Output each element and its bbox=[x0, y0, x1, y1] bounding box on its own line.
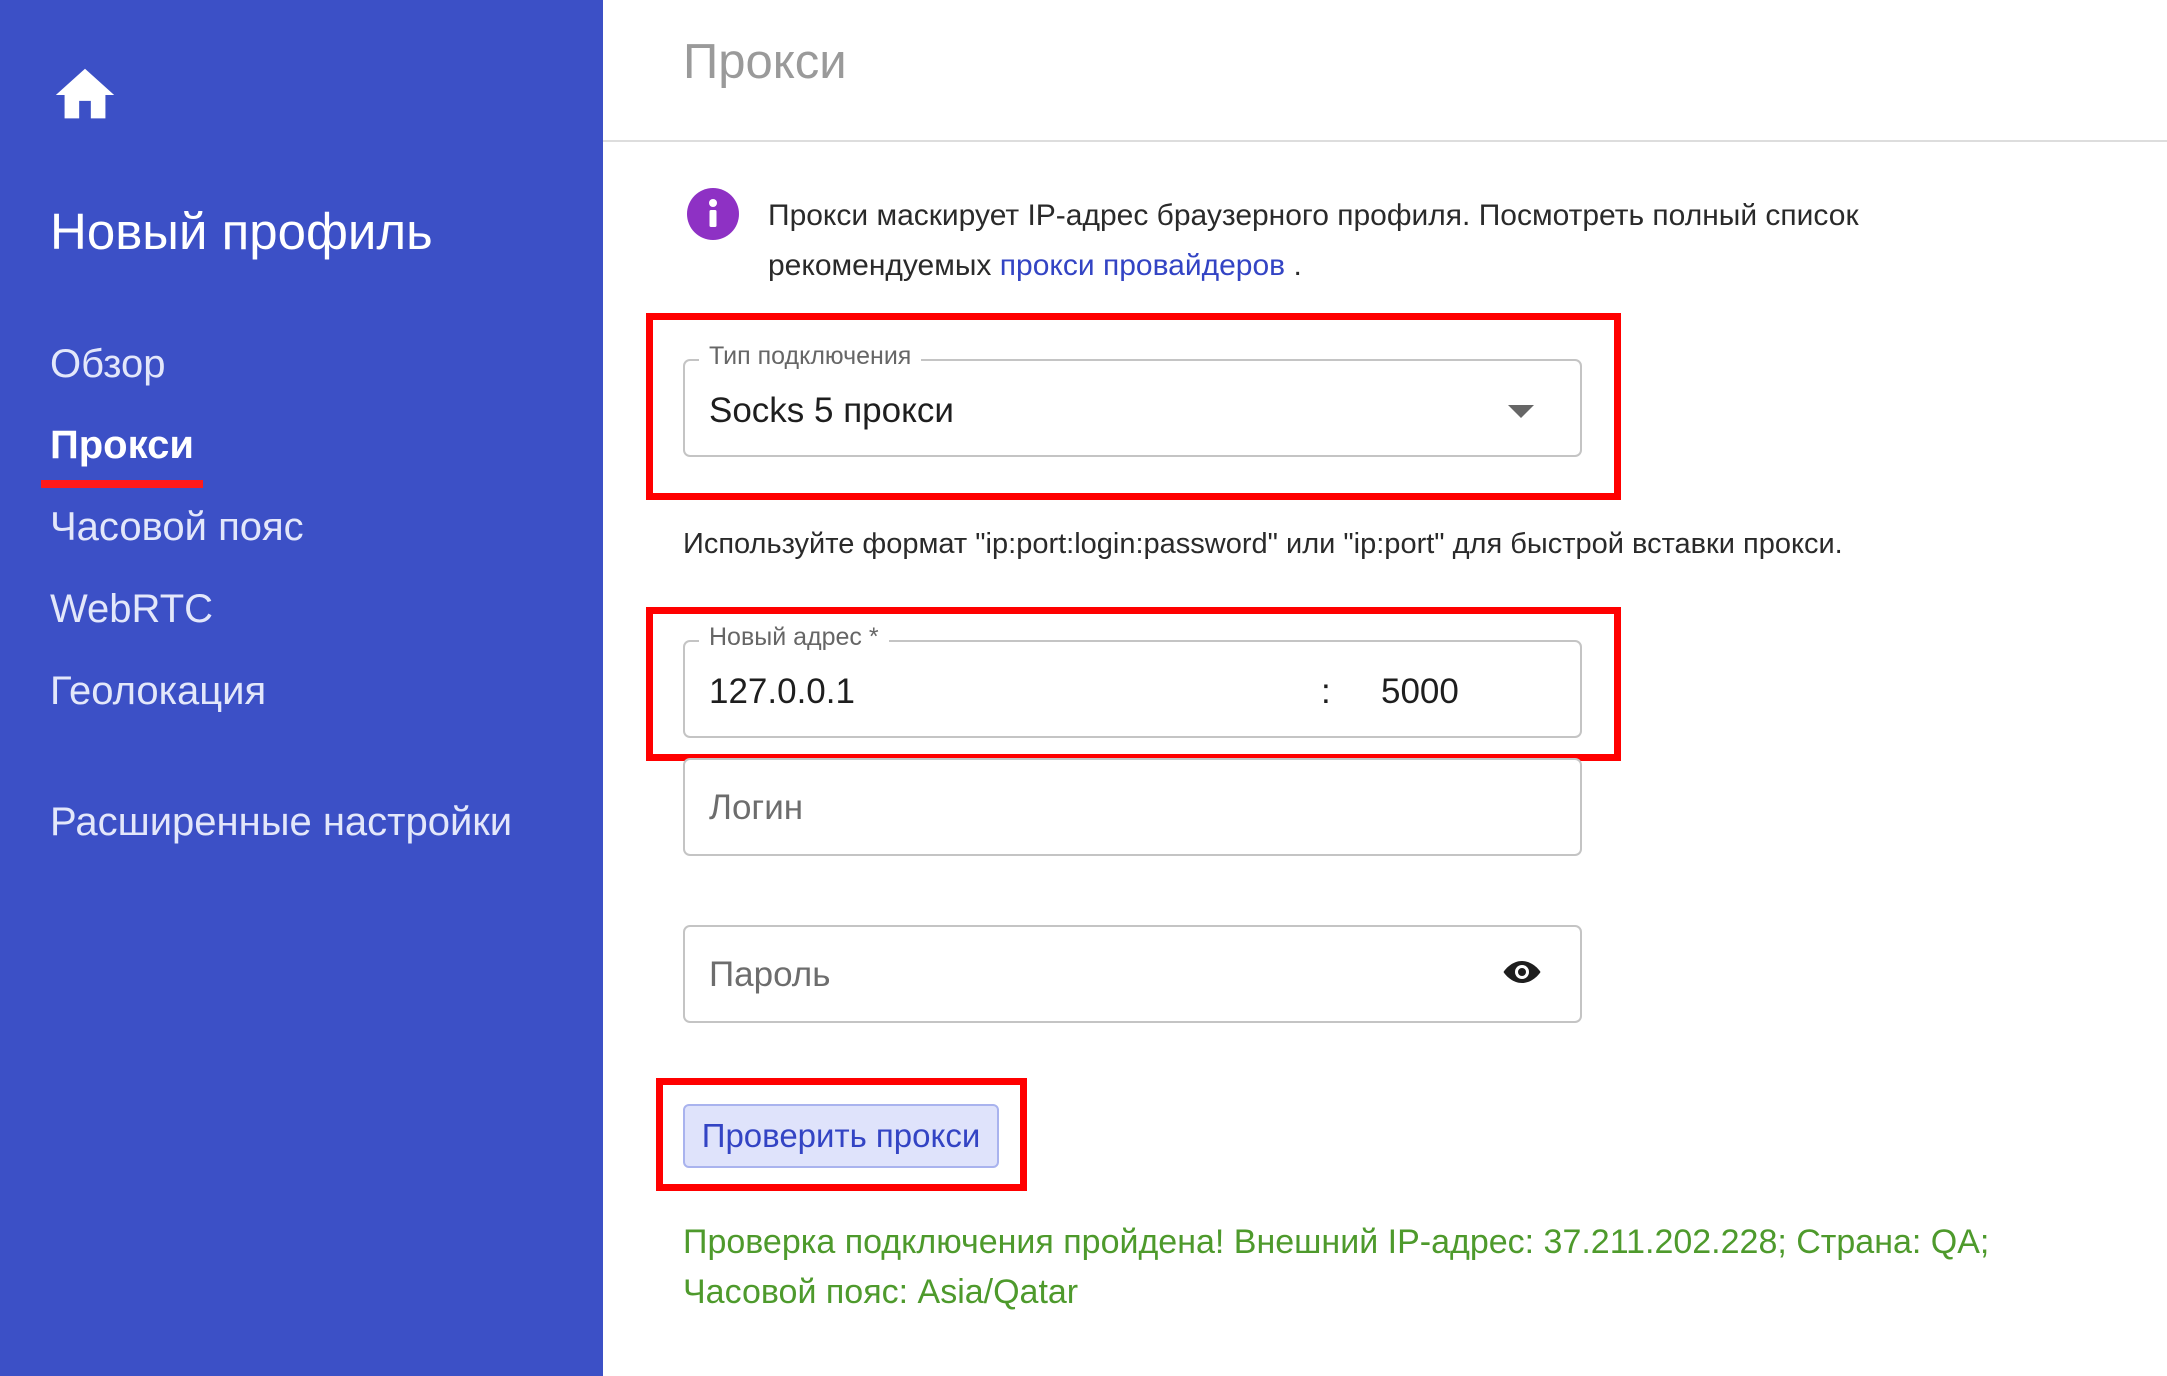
highlight-address bbox=[646, 607, 1621, 761]
sidebar: Новый профиль Обзор Прокси Часовой пояс … bbox=[0, 0, 603, 1376]
info-text: Прокси маскирует IP-адрес браузерного пр… bbox=[768, 191, 2028, 291]
eye-icon[interactable] bbox=[1502, 959, 1542, 985]
password-input[interactable]: Пароль bbox=[683, 925, 1582, 1023]
profile-title: Новый профиль bbox=[50, 203, 433, 260]
sidebar-item-proxy[interactable]: Прокси bbox=[50, 423, 194, 468]
password-placeholder: Пароль bbox=[709, 955, 831, 994]
highlight-check-button bbox=[656, 1078, 1027, 1191]
home-icon[interactable] bbox=[50, 60, 120, 130]
page-title: Прокси bbox=[683, 35, 847, 89]
sidebar-item-geolocation[interactable]: Геолокация bbox=[50, 669, 266, 714]
sidebar-item-overview[interactable]: Обзор bbox=[50, 342, 166, 387]
login-placeholder: Логин bbox=[709, 788, 804, 827]
highlight-connection-type bbox=[646, 313, 1621, 500]
connection-status-message: Проверка подключения пройдена! Внешний I… bbox=[683, 1223, 1990, 1311]
main-header: Прокси bbox=[603, 0, 2167, 142]
info-text-suffix: . bbox=[1285, 249, 1302, 282]
info-icon bbox=[687, 188, 739, 240]
login-input[interactable]: Логин bbox=[683, 758, 1582, 856]
active-nav-underline bbox=[41, 480, 203, 488]
proxy-providers-link[interactable]: прокси провайдеров bbox=[1000, 249, 1285, 282]
format-hint: Используйте формат "ip:port:login:passwo… bbox=[683, 528, 1843, 560]
info-text-body: Прокси маскирует IP-адрес браузерного пр… bbox=[768, 199, 1859, 282]
sidebar-item-timezone[interactable]: Часовой пояс bbox=[50, 505, 304, 550]
sidebar-item-webrtc[interactable]: WebRTC bbox=[50, 587, 213, 632]
sidebar-item-advanced-settings[interactable]: Расширенные настройки bbox=[50, 800, 512, 845]
